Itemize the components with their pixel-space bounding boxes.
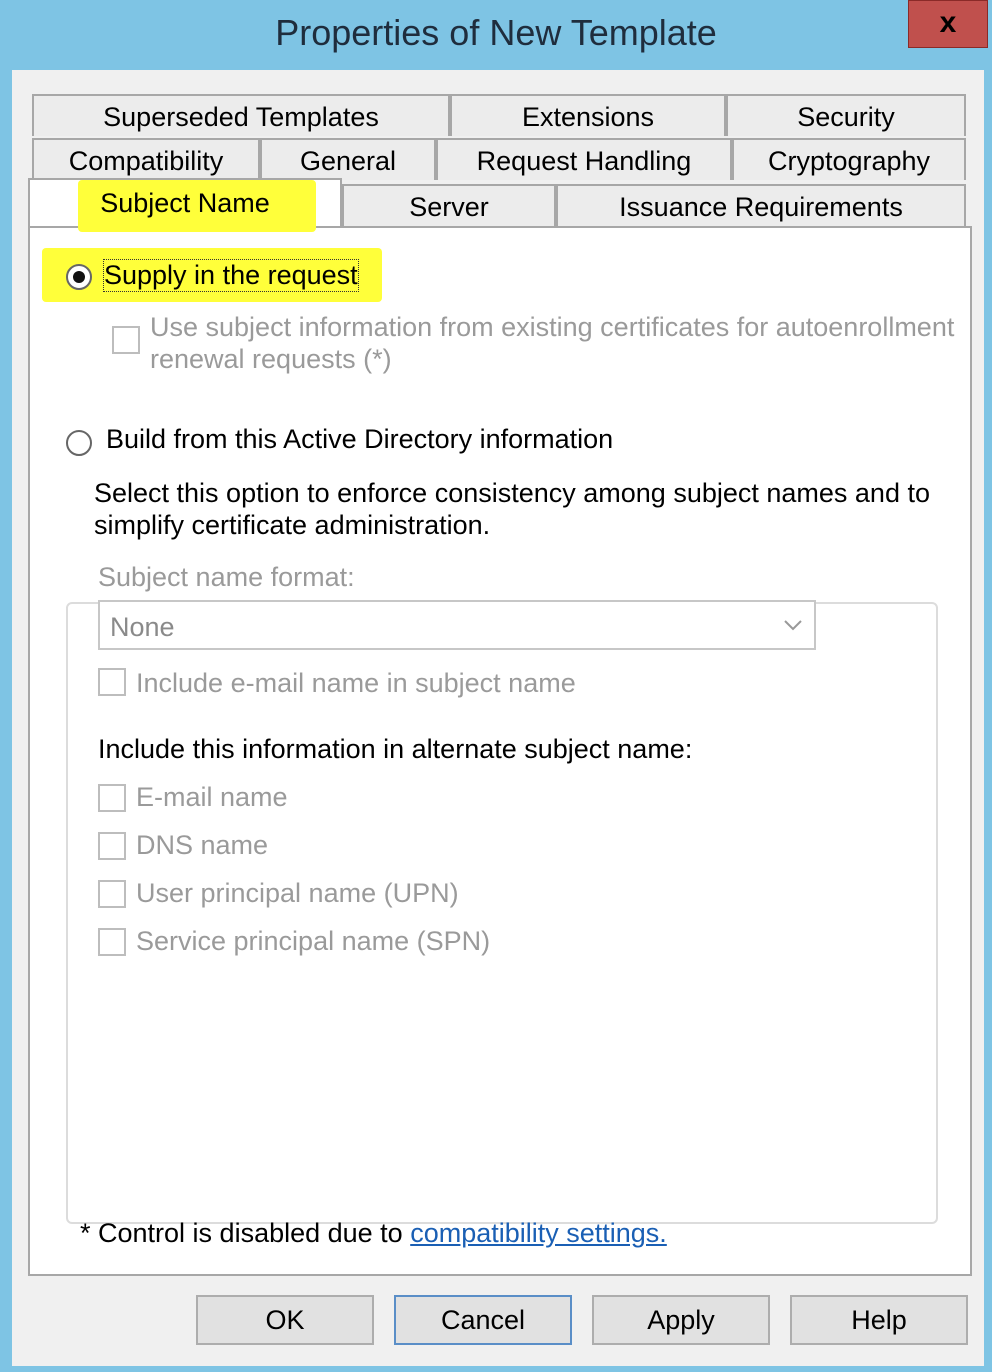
close-button[interactable]: x (908, 0, 988, 48)
chevron-down-icon (784, 620, 802, 631)
build-from-ad-label[interactable]: Build from this Active Directory informa… (98, 424, 622, 455)
alt-upn-checkbox (98, 880, 126, 908)
radio-selected-dot (73, 271, 85, 283)
include-email-checkbox (98, 668, 126, 696)
tab-general[interactable]: General (260, 138, 436, 180)
use-existing-subject-checkbox (112, 326, 140, 354)
subject-name-format-label: Subject name format: (98, 562, 355, 592)
help-button[interactable]: Help (790, 1295, 968, 1345)
tab-subject-name[interactable]: Subject Name (28, 178, 342, 228)
tab-security[interactable]: Security (726, 94, 966, 136)
tab-cryptography[interactable]: Cryptography (732, 138, 966, 180)
alt-email-label: E-mail name (136, 782, 288, 812)
use-existing-subject-label-2: renewal requests (*) (150, 344, 392, 374)
alt-spn-checkbox (98, 928, 126, 956)
tab-superseded-templates[interactable]: Superseded Templates (32, 94, 450, 136)
use-existing-subject-label-1: Use subject information from existing ce… (150, 312, 955, 342)
ad-description-2: simplify certificate administration. (94, 510, 491, 540)
compatibility-settings-link[interactable]: compatibility settings. (410, 1218, 667, 1248)
subject-name-format-value: None (110, 612, 175, 642)
build-from-ad-radio[interactable] (66, 430, 92, 456)
supply-in-request-label[interactable]: Supply in the request (103, 259, 359, 292)
cancel-button[interactable]: Cancel (394, 1295, 572, 1345)
alt-upn-label: User principal name (UPN) (136, 878, 459, 908)
compatibility-note: * Control is disabled due to compatibili… (80, 1218, 667, 1249)
compatibility-note-text: * Control is disabled due to (80, 1218, 411, 1248)
alt-subject-heading: Include this information in alternate su… (98, 734, 693, 764)
window-title: Properties of New Template (275, 12, 717, 53)
subject-name-format-select: None (98, 600, 816, 650)
ok-button[interactable]: OK (196, 1295, 374, 1345)
alt-dns-label: DNS name (136, 830, 269, 860)
dialog-body: Superseded Templates Extensions Security… (12, 70, 984, 1366)
alt-spn-label: Service principal name (SPN) (136, 926, 491, 956)
tab-extensions[interactable]: Extensions (450, 94, 726, 136)
tab-compatibility[interactable]: Compatibility (32, 138, 260, 180)
include-email-label: Include e-mail name in subject name (136, 668, 576, 698)
alt-email-checkbox (98, 784, 126, 812)
tab-server[interactable]: Server (342, 184, 556, 226)
ad-description-1: Select this option to enforce consistenc… (94, 478, 930, 508)
tab-request-handling[interactable]: Request Handling (436, 138, 732, 180)
tab-issuance-requirements[interactable]: Issuance Requirements (556, 184, 966, 226)
supply-in-request-radio[interactable] (66, 264, 92, 290)
subject-name-panel: Supply in the request Use subject inform… (28, 226, 972, 1276)
title-bar: Properties of New Template x (0, 0, 992, 70)
apply-button[interactable]: Apply (592, 1295, 770, 1345)
alt-dns-checkbox (98, 832, 126, 860)
